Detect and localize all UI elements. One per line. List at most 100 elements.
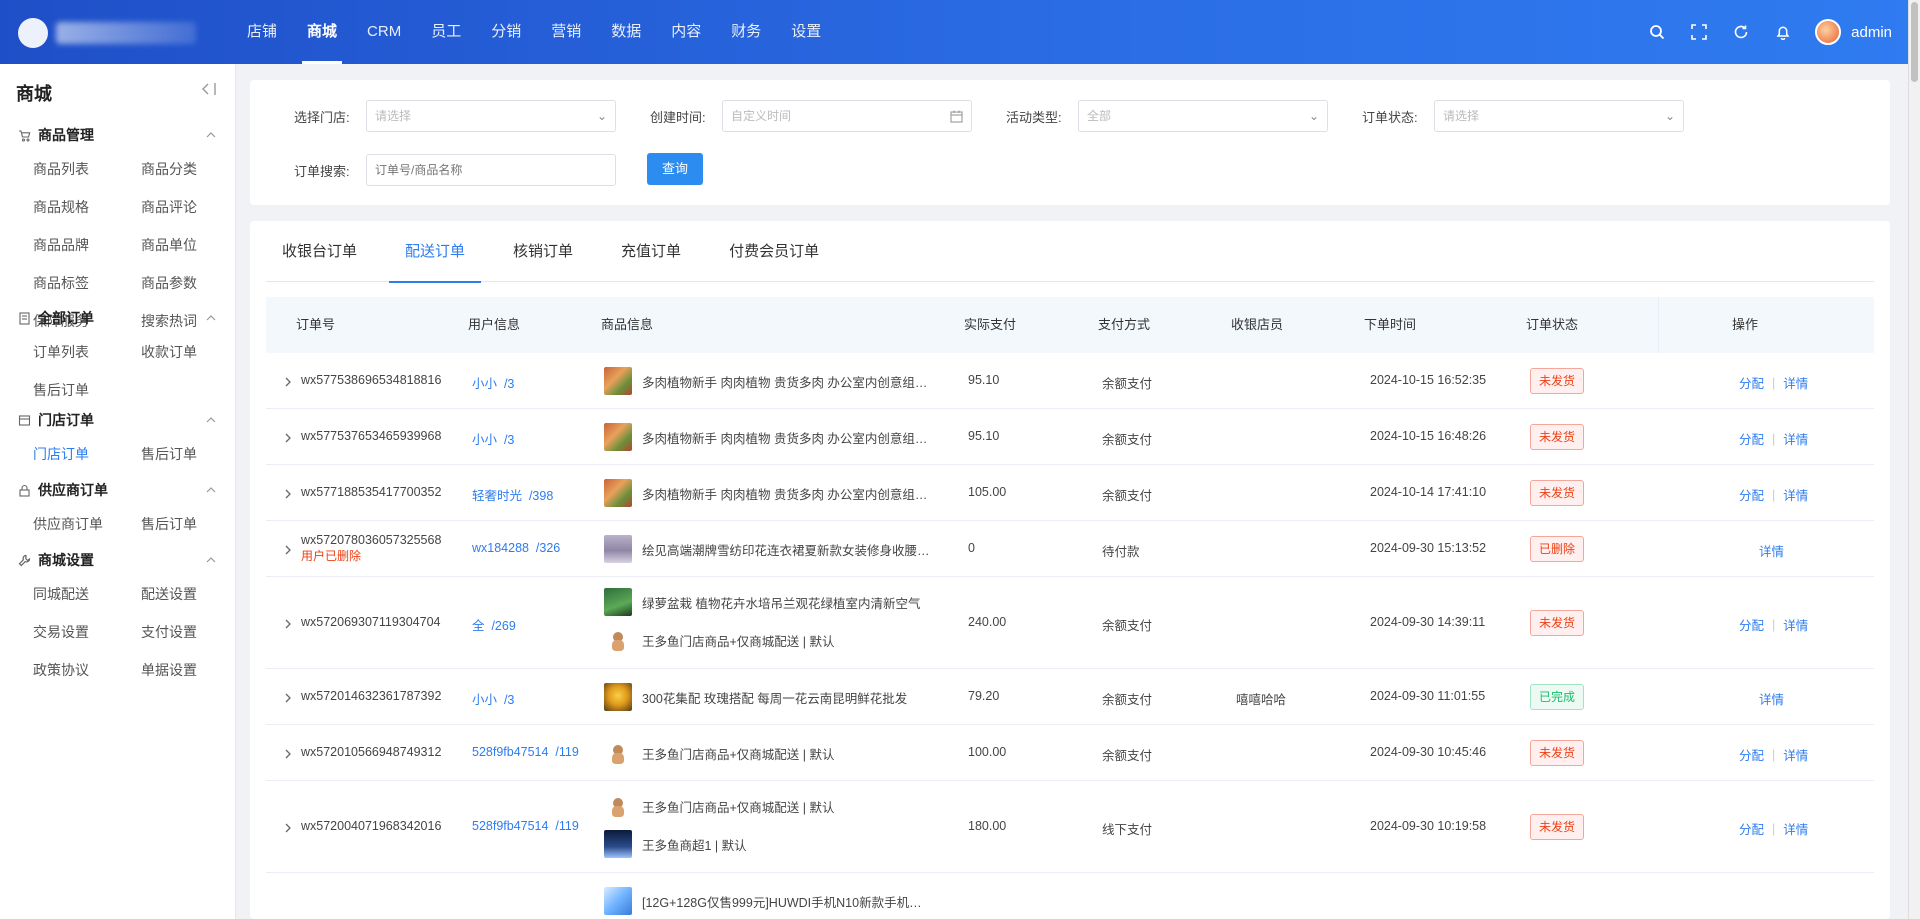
chevron-up-icon[interactable] (206, 414, 216, 426)
sidebar-item[interactable]: 售后订单 (141, 505, 249, 543)
topnav-item[interactable]: 员工 (416, 0, 476, 64)
assign-link[interactable]: 分配 (1739, 745, 1764, 764)
user-info-link[interactable]: 轻奢时光 /398 (472, 485, 553, 504)
topnav-item[interactable]: 财务 (716, 0, 776, 64)
order-status-select[interactable]: 请选择 ⌄ (1434, 100, 1684, 132)
expand-row-icon[interactable] (285, 377, 291, 390)
product-name[interactable]: 王多鱼门店商品+仅商城配送 | 默认 (642, 797, 835, 816)
assign-link[interactable]: 分配 (1739, 485, 1764, 504)
sidebar-item[interactable]: 门店订单 (33, 435, 141, 473)
expand-row-icon[interactable] (285, 619, 291, 632)
product-name[interactable]: 多肉植物新手 肉肉植物 贵货多肉 办公室内创意组合盆栽 (642, 484, 932, 503)
detail-link[interactable]: 详情 (1783, 373, 1808, 392)
product-thumbnail[interactable] (604, 683, 632, 711)
assign-link[interactable]: 分配 (1739, 615, 1764, 634)
tab-1[interactable]: 配送订单 (389, 221, 482, 283)
product-name[interactable]: 多肉植物新手 肉肉植物 贵货多肉 办公室内创意组合盆栽 (642, 428, 932, 447)
user-name[interactable]: admin (1851, 24, 1892, 41)
sidebar-group-header[interactable]: 门店订单 (0, 405, 236, 435)
topnav-item[interactable]: 数据 (596, 0, 656, 64)
page-scrollbar[interactable] (1908, 0, 1920, 919)
sidebar-item[interactable]: 商品单位 (141, 226, 249, 264)
sidebar-item[interactable]: 配送设置 (141, 575, 249, 613)
topnav-item[interactable]: 内容 (656, 0, 716, 64)
product-thumbnail[interactable] (604, 830, 632, 858)
bell-icon[interactable] (1773, 22, 1793, 42)
product-thumbnail[interactable] (604, 792, 632, 820)
assign-link[interactable]: 分配 (1739, 819, 1764, 838)
product-thumbnail[interactable] (604, 479, 632, 507)
product-name[interactable]: 300花集配 玫瑰搭配 每周一花云南昆明鲜花批发 (642, 688, 907, 707)
product-thumbnail[interactable] (604, 588, 632, 616)
chevron-up-icon[interactable] (206, 484, 216, 496)
expand-row-icon[interactable] (285, 749, 291, 762)
sidebar-item[interactable]: 商品分类 (141, 150, 249, 188)
search-icon[interactable] (1647, 22, 1667, 42)
detail-link[interactable]: 详情 (1783, 485, 1808, 504)
topnav-item[interactable]: 分销 (476, 0, 536, 64)
expand-row-icon[interactable] (285, 433, 291, 446)
sidebar-item[interactable]: 商品参数 (141, 264, 249, 302)
sidebar-item[interactable]: 商品评论 (141, 188, 249, 226)
tab-2[interactable]: 核销订单 (497, 221, 589, 282)
sidebar-item[interactable]: 商品标签 (33, 264, 141, 302)
user-info-link[interactable]: 小小 /3 (472, 689, 514, 708)
sidebar-group-header[interactable]: 供应商订单 (0, 475, 236, 505)
product-thumbnail[interactable] (604, 626, 632, 654)
scrollbar-thumb[interactable] (1911, 2, 1918, 82)
product-name[interactable]: 多肉植物新手 肉肉植物 贵货多肉 办公室内创意组合盆栽 (642, 372, 932, 391)
user-info-link[interactable]: 528f9fb47514 /119 (472, 819, 579, 833)
created-time-picker[interactable]: 自定义时间 (722, 100, 972, 132)
detail-link[interactable]: 详情 (1759, 541, 1784, 560)
product-thumbnail[interactable] (604, 535, 632, 563)
fullscreen-icon[interactable] (1689, 22, 1709, 42)
sidebar-group-header[interactable]: 商城设置 (0, 545, 236, 575)
refresh-icon[interactable] (1731, 22, 1751, 42)
detail-link[interactable]: 详情 (1759, 689, 1784, 708)
user-info-link[interactable]: wx184288 /326 (472, 541, 560, 555)
product-name[interactable]: [12G+128G仅售999元]HUWDI手机N10新款手机全网通 (642, 892, 932, 911)
chevron-up-icon[interactable] (206, 129, 216, 141)
query-button[interactable]: 查询 (647, 153, 703, 185)
user-info-link[interactable]: 小小 /3 (472, 429, 514, 448)
sidebar-item[interactable]: 政策协议 (33, 651, 141, 689)
topnav-item[interactable]: 营销 (536, 0, 596, 64)
user-info-link[interactable]: 全 /269 (472, 615, 516, 634)
expand-row-icon[interactable] (285, 823, 291, 836)
product-thumbnail[interactable] (604, 887, 632, 915)
sidebar-item[interactable]: 售后订单 (141, 435, 249, 473)
product-name[interactable]: 绘见高端潮牌雪纺印花连衣裙夏新款女装修身收腰长裙 (642, 540, 932, 559)
activity-type-select[interactable]: 全部 ⌄ (1078, 100, 1328, 132)
product-thumbnail[interactable] (604, 423, 632, 451)
topnav-item[interactable]: CRM (352, 0, 416, 64)
avatar[interactable] (1815, 19, 1842, 45)
topnav-item[interactable]: 商城 (292, 0, 352, 64)
order-search-input[interactable] (366, 154, 616, 186)
sidebar-item[interactable]: 支付设置 (141, 613, 249, 651)
product-name[interactable]: 王多鱼商超1 | 默认 (642, 835, 747, 854)
expand-row-icon[interactable] (285, 489, 291, 502)
tab-3[interactable]: 充值订单 (605, 221, 697, 282)
sidebar-item[interactable]: 单据设置 (141, 651, 249, 689)
sidebar-item[interactable]: 交易设置 (33, 613, 141, 651)
detail-link[interactable]: 详情 (1783, 819, 1808, 838)
expand-row-icon[interactable] (285, 693, 291, 706)
detail-link[interactable]: 详情 (1783, 745, 1808, 764)
sidebar-item[interactable]: 售后订单 (33, 371, 141, 409)
product-thumbnail[interactable] (604, 367, 632, 395)
app-logo[interactable] (18, 18, 48, 48)
sidebar-item[interactable]: 商品列表 (33, 150, 141, 188)
tab-4[interactable]: 付费会员订单 (713, 221, 835, 282)
sidebar-item[interactable]: 供应商订单 (33, 505, 141, 543)
sidebar-group-header[interactable]: 商品管理 (0, 120, 236, 150)
store-select[interactable]: 请选择 ⌄ (366, 100, 616, 132)
collapse-sidebar-icon[interactable] (201, 82, 217, 99)
detail-link[interactable]: 详情 (1783, 429, 1808, 448)
sidebar-item[interactable]: 商品品牌 (33, 226, 141, 264)
topnav-item[interactable]: 设置 (776, 0, 836, 64)
sidebar-item[interactable]: 同城配送 (33, 575, 141, 613)
sidebar-item[interactable]: 商品规格 (33, 188, 141, 226)
chevron-up-icon[interactable] (206, 312, 216, 324)
assign-link[interactable]: 分配 (1739, 429, 1764, 448)
sidebar-group-header[interactable]: 全部订单 (0, 303, 236, 333)
